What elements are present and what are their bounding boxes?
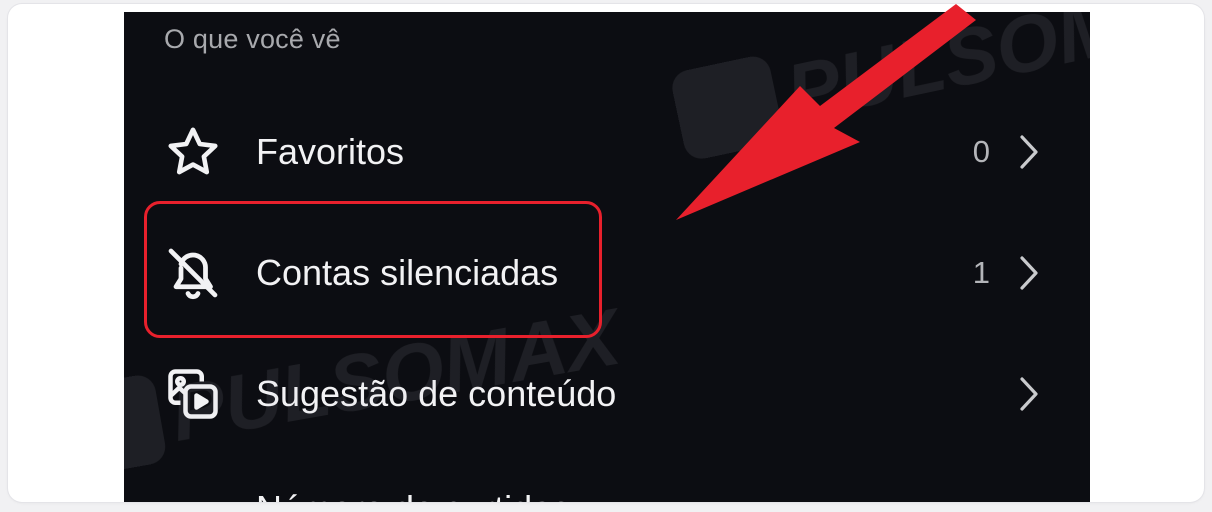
settings-item-sugestao-de-conteudo[interactable]: Sugestão de conteúdo — [124, 334, 1090, 454]
chevron-right-icon — [1020, 135, 1038, 169]
chevron-right-icon — [1020, 256, 1038, 290]
settings-item-label: Favoritos — [256, 131, 405, 172]
content-suggestion-icon — [162, 363, 224, 425]
star-icon — [162, 121, 224, 183]
settings-item-label: Sugestão de conteúdo — [256, 373, 617, 414]
section-title: O que você vê — [164, 24, 341, 54]
item-count: 1 — [972, 255, 990, 290]
item-count: 0 — [972, 134, 990, 169]
settings-screen: O que você vê Favoritos 0 Contas silenci… — [124, 12, 1090, 502]
bell-off-icon — [162, 242, 224, 304]
chevron-right-icon — [1020, 377, 1038, 411]
content-card: O que você vê Favoritos 0 Contas silenci… — [8, 4, 1204, 502]
settings-item-label: Contas silenciadas — [256, 252, 559, 293]
settings-item-contas-silenciadas[interactable]: Contas silenciadas 1 — [124, 213, 1090, 333]
settings-item-numero-de-curtidas[interactable]: Número de curtidas — [256, 488, 570, 502]
settings-item-favoritos[interactable]: Favoritos 0 — [124, 92, 1090, 212]
